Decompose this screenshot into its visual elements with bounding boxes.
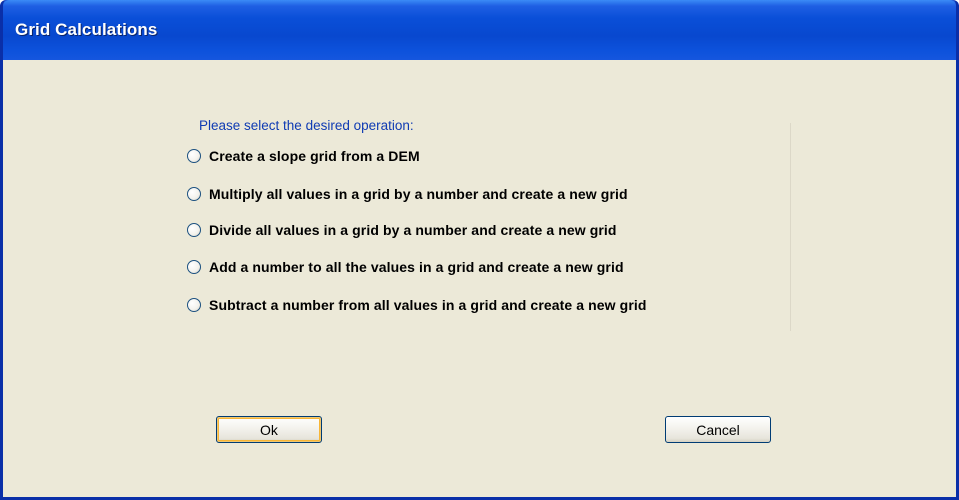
radio-option-multiply[interactable]: Multiply all values in a grid by a numbe… — [187, 184, 628, 204]
window-title: Grid Calculations — [15, 20, 158, 39]
radio-option-label: Subtract a number from all values in a g… — [209, 297, 647, 313]
radio-button-icon[interactable] — [187, 149, 201, 163]
cancel-button[interactable]: Cancel — [665, 416, 771, 443]
radio-button-icon[interactable] — [187, 187, 201, 201]
radio-option-slope-grid[interactable]: Create a slope grid from a DEM — [187, 146, 420, 166]
radio-option-label: Multiply all values in a grid by a numbe… — [209, 186, 628, 202]
radio-option-label: Add a number to all the values in a grid… — [209, 259, 624, 275]
grid-calculations-window: Grid Calculations Please select the desi… — [0, 0, 959, 500]
radio-button-icon[interactable] — [187, 260, 201, 274]
radio-button-icon[interactable] — [187, 223, 201, 237]
radio-button-icon[interactable] — [187, 298, 201, 312]
radio-option-divide[interactable]: Divide all values in a grid by a number … — [187, 220, 617, 240]
radio-option-label: Divide all values in a grid by a number … — [209, 222, 617, 238]
radio-option-add[interactable]: Add a number to all the values in a grid… — [187, 257, 624, 277]
radio-option-label: Create a slope grid from a DEM — [209, 148, 420, 164]
dialog-client-area: Please select the desired operation: Cre… — [3, 60, 956, 497]
operation-prompt: Please select the desired operation: — [199, 118, 414, 133]
group-divider — [790, 123, 791, 331]
ok-button[interactable]: Ok — [216, 416, 322, 443]
title-bar[interactable]: Grid Calculations — [3, 0, 956, 60]
radio-option-subtract[interactable]: Subtract a number from all values in a g… — [187, 295, 647, 315]
